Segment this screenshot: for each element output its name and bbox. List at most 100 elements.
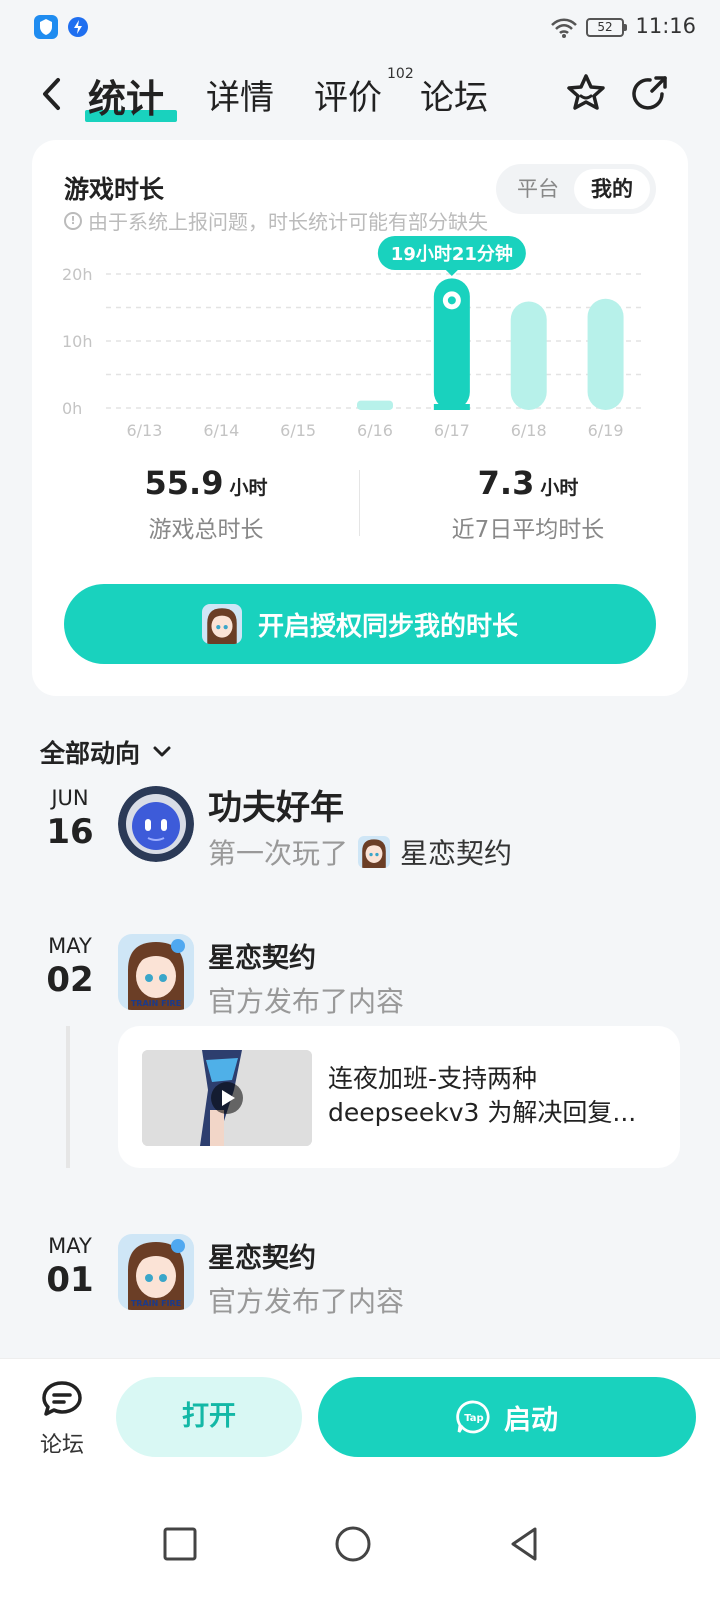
- recent-apps-button[interactable]: [160, 1524, 200, 1564]
- total-playtime: 55.9 小时 游戏总时长: [56, 464, 356, 544]
- home-button[interactable]: [333, 1524, 373, 1564]
- feed-month: MAY: [48, 934, 92, 958]
- post-title: 连夜加班-支持两种 deepseekv3 为解决回复...: [328, 1064, 637, 1127]
- sync-playtime-button[interactable]: 开启授权同步我的时长: [64, 584, 656, 664]
- video-thumbnail[interactable]: [142, 1050, 312, 1146]
- launch-button[interactable]: Tap 启动: [318, 1377, 696, 1457]
- x-tick-label: 6/17: [434, 421, 470, 440]
- x-tick-label: 6/13: [126, 421, 162, 440]
- y-tick-label: 20h: [62, 265, 93, 284]
- feed-day: 02: [46, 960, 94, 1000]
- open-button[interactable]: 打开: [116, 1377, 302, 1457]
- chevron-down-icon: [153, 746, 171, 757]
- clock: 11:16: [635, 14, 696, 38]
- feed-action: 第一次玩了: [208, 837, 349, 870]
- post-card[interactable]: 连夜加班-支持两种 deepseekv3 为解决回复...: [118, 1026, 680, 1168]
- feed-description: 第一次玩了 星恋契约: [208, 832, 512, 872]
- feed-user-name[interactable]: 星恋契约: [208, 936, 316, 975]
- average-label: 近7日平均时长: [451, 517, 605, 543]
- svg-text:TRAIN FIRE: TRAIN FIRE: [131, 999, 181, 1008]
- tooltip-label: 19小时21分钟: [391, 243, 513, 265]
- bar-base: [433, 404, 470, 410]
- feed-day: 01: [46, 1260, 94, 1300]
- average-unit: 小时: [540, 477, 579, 499]
- info-icon: !: [64, 211, 82, 230]
- feed-day: 16: [46, 812, 94, 852]
- tooltip-pointer: [444, 269, 459, 276]
- x-tick-label: 6/14: [203, 421, 239, 440]
- feed-month: JUN: [51, 786, 89, 810]
- tap-logo-icon: Tap: [456, 1400, 490, 1434]
- y-tick-label: 10h: [62, 332, 93, 351]
- reviews-count-badge: 102: [387, 66, 414, 82]
- svg-text:Tap: Tap: [464, 1413, 483, 1424]
- feed-item[interactable]: JUN 16 功夫好年 第一次玩了 星恋契约: [0, 786, 720, 876]
- user-avatar[interactable]: [118, 786, 194, 862]
- game-avatar-icon: [201, 604, 242, 644]
- x-tick-label: 6/15: [280, 421, 316, 440]
- status-bar: 52 11:16: [0, 0, 720, 56]
- share-button[interactable]: [626, 70, 674, 118]
- back-button[interactable]: [36, 74, 70, 114]
- back-arrow-icon: [43, 78, 60, 110]
- bolt-app-icon: [66, 15, 90, 39]
- scope-toggle: 平台 我的: [496, 164, 656, 214]
- chat-bubble-icon: [42, 1381, 82, 1416]
- forum-button[interactable]: 论坛: [30, 1379, 94, 1459]
- activity-filter[interactable]: 全部动向: [40, 734, 174, 770]
- bar-marker-dot: [447, 296, 456, 305]
- circle-icon: [335, 1526, 371, 1562]
- bar: [587, 298, 624, 410]
- star-icon: [567, 74, 605, 110]
- bar: [510, 301, 547, 410]
- total-label: 游戏总时长: [148, 517, 264, 543]
- playtime-card: 游戏时长 ! 由于系统上报问题，时长统计可能有部分缺失 平台 我的 0h 10h 2…: [32, 140, 688, 696]
- feed-game-link[interactable]: 星恋契约: [400, 832, 512, 872]
- system-back-button[interactable]: [505, 1524, 545, 1564]
- average-value: 7.3: [477, 464, 535, 502]
- game-avatar[interactable]: TRAIN FIRE: [118, 934, 194, 1010]
- bottom-action-bar: 论坛 打开 Tap 启动: [0, 1358, 720, 1488]
- share-icon: [632, 76, 667, 110]
- average-playtime: 7.3 小时 近7日平均时长: [378, 464, 678, 544]
- x-tick-label: 6/18: [511, 421, 547, 440]
- bar: [357, 400, 393, 410]
- triangle-back-icon: [511, 1527, 537, 1561]
- toggle-platform[interactable]: 平台: [500, 169, 576, 209]
- feed-month: MAY: [48, 1234, 92, 1258]
- total-value: 55.9: [144, 464, 224, 502]
- feed-item[interactable]: MAY 01 TRAIN FIRE 星恋契约 官方发布了内容: [0, 1234, 720, 1318]
- feed-user-name[interactable]: 功夫好年: [208, 780, 344, 829]
- toggle-mine[interactable]: 我的: [574, 169, 650, 209]
- launch-label: 启动: [504, 1404, 558, 1436]
- svg-text:TRAIN FIRE: TRAIN FIRE: [131, 1299, 181, 1308]
- system-navigation-bar: [0, 1488, 720, 1600]
- feed-user-name[interactable]: 星恋契约: [208, 1236, 316, 1275]
- forum-label: 论坛: [39, 1433, 84, 1458]
- favorite-button[interactable]: [562, 70, 610, 118]
- card-title: 游戏时长: [64, 175, 165, 204]
- app-root: 52 11:16 统计 详情 评价 102 论坛 游戏时长 ! 由于系统上报问题…: [0, 0, 720, 1600]
- x-tick-label: 6/16: [357, 421, 393, 440]
- wifi-icon: [550, 17, 578, 43]
- sync-playtime-label: 开启授权同步我的时长: [257, 611, 518, 642]
- total-unit: 小时: [229, 477, 268, 499]
- tab-stats[interactable]: 统计: [88, 68, 164, 123]
- shield-app-icon: [34, 15, 58, 39]
- top-nav: 统计 详情 评价 102 论坛: [0, 62, 720, 126]
- tab-details[interactable]: 详情: [206, 70, 274, 119]
- feed-action: 官方发布了内容: [208, 1285, 405, 1318]
- feed-item[interactable]: MAY 02 TRAIN FIRE 星恋契约 官方发布了内容: [0, 934, 720, 1018]
- tab-forum[interactable]: 论坛: [420, 70, 488, 119]
- stat-divider: [359, 470, 360, 536]
- x-tick-label: 6/19: [588, 421, 624, 440]
- timeline-line: [66, 1026, 70, 1168]
- feed-action: 官方发布了内容: [208, 985, 405, 1018]
- game-icon: [358, 836, 391, 868]
- square-icon: [163, 1527, 197, 1561]
- battery-indicator: 52: [586, 18, 627, 37]
- activity-filter-label: 全部动向: [40, 739, 141, 768]
- y-tick-label: 0h: [62, 399, 82, 418]
- game-avatar[interactable]: TRAIN FIRE: [118, 1234, 194, 1310]
- tab-reviews[interactable]: 评价: [314, 70, 382, 119]
